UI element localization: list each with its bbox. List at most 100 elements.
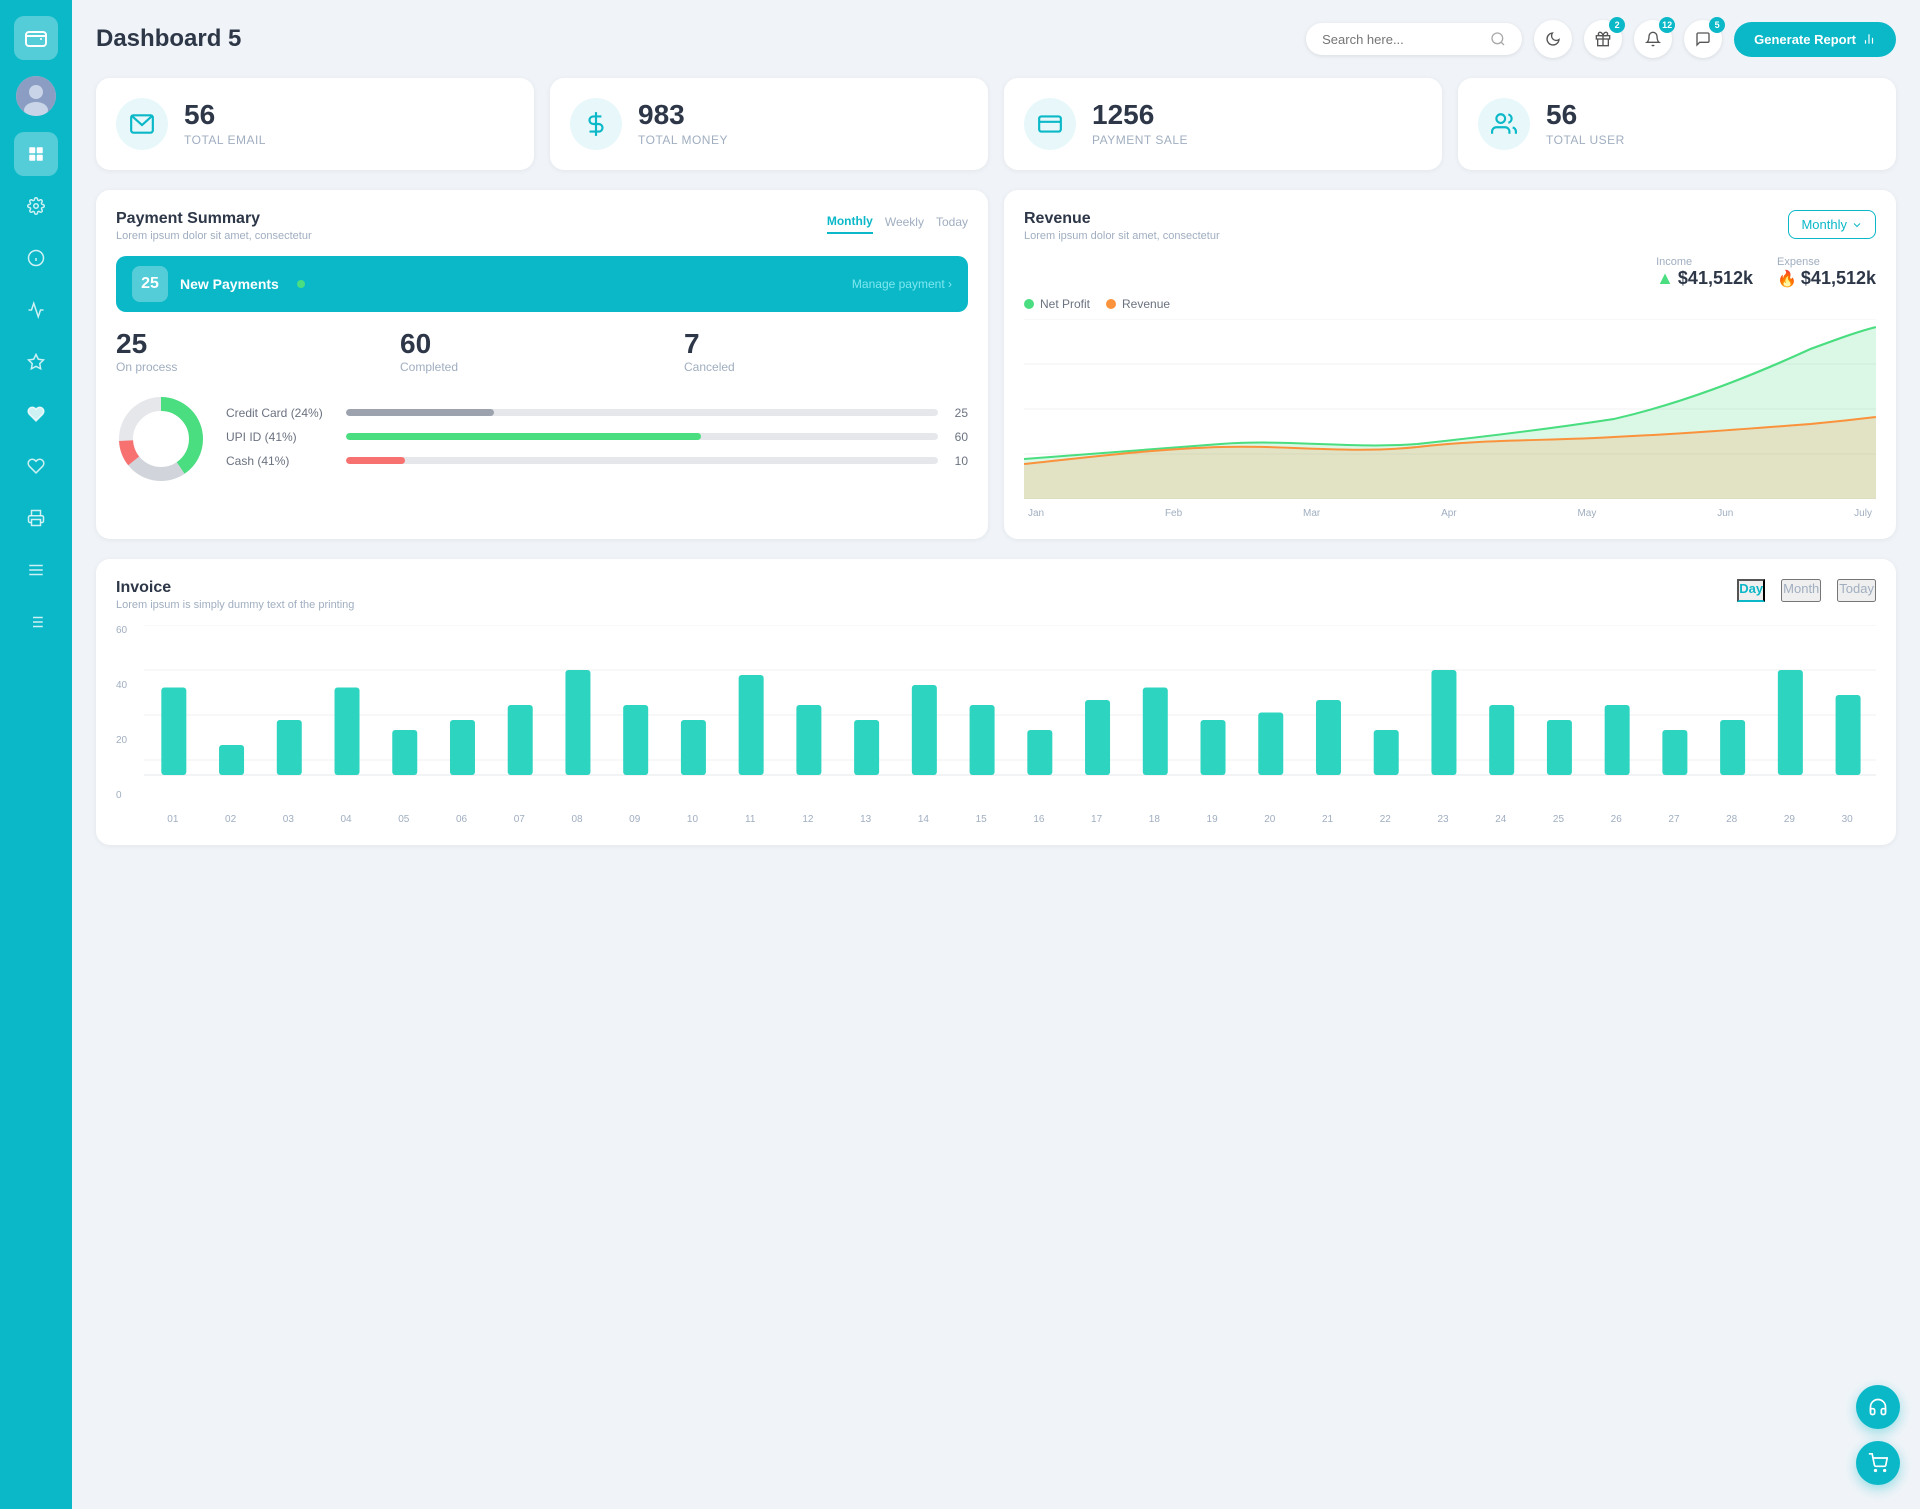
invoice-header: Invoice Lorem ipsum is simply dummy text…: [116, 579, 1876, 611]
bell-icon: [1645, 31, 1661, 47]
chart-icon: [27, 301, 45, 319]
tab-today-payment[interactable]: Today: [936, 210, 968, 234]
progress-list: Credit Card (24%) 25 UPI ID (41%) 60: [226, 406, 968, 478]
revenue-label: Revenue: [1122, 297, 1170, 311]
x-label-bar: 11: [721, 814, 779, 825]
net-profit-label: Net Profit: [1040, 297, 1090, 311]
list-icon: [27, 613, 45, 631]
sidebar-item-heart[interactable]: [14, 392, 58, 436]
theme-toggle-button[interactable]: [1534, 20, 1572, 58]
x-label-bar: 30: [1818, 814, 1876, 825]
dashboard-icon: [27, 145, 45, 163]
cash-label: Cash (41%): [226, 454, 336, 468]
bar-chart-icon: [1862, 32, 1876, 46]
manage-payment-link[interactable]: Manage payment ›: [852, 277, 952, 291]
bar-item: [854, 720, 879, 775]
search-input[interactable]: [1322, 32, 1482, 47]
x-label-bar: 15: [952, 814, 1010, 825]
sidebar-item-star[interactable]: [14, 340, 58, 384]
bar-item: [681, 720, 706, 775]
print-icon: [27, 509, 45, 527]
x-label-bar: 09: [606, 814, 664, 825]
sidebar-item-dashboard[interactable]: [14, 132, 58, 176]
bar-item: [1143, 688, 1168, 776]
invoice-chart-area: 60 40 20 0 01020304050607080910111213141…: [116, 625, 1876, 825]
sidebar-item-info[interactable]: [14, 236, 58, 280]
gift-button[interactable]: 2: [1584, 20, 1622, 58]
revenue-monthly-select[interactable]: Monthly: [1788, 210, 1876, 239]
sidebar-item-heart-outline[interactable]: [14, 444, 58, 488]
payment-stat-icon: [1024, 98, 1076, 150]
avatar[interactable]: [16, 76, 56, 116]
search-box[interactable]: [1306, 23, 1522, 55]
x-label-bar: 28: [1703, 814, 1761, 825]
tab-weekly-payment[interactable]: Weekly: [885, 210, 924, 234]
sidebar-item-list[interactable]: [14, 600, 58, 644]
sidebar-item-chart[interactable]: [14, 288, 58, 332]
x-label-may: May: [1577, 508, 1596, 519]
heart-outline-icon: [27, 457, 45, 475]
bar-item: [508, 705, 533, 775]
headphone-icon: [1868, 1397, 1888, 1417]
x-label-bar: 29: [1761, 814, 1819, 825]
message-button[interactable]: 5: [1684, 20, 1722, 58]
sidebar-item-settings[interactable]: [14, 184, 58, 228]
bar-item: [1258, 713, 1283, 776]
email-stat-label: TOTAL EMAIL: [184, 133, 266, 147]
content-row: Payment Summary Lorem ipsum dolor sit am…: [96, 190, 1896, 539]
x-label-bar: 22: [1356, 814, 1414, 825]
income-block: Income ▲ $41,512k: [1656, 256, 1753, 289]
bar-item: [1374, 730, 1399, 775]
bar-item: [450, 720, 475, 775]
x-label-bar: 21: [1299, 814, 1357, 825]
on-process-label: On process: [116, 360, 400, 374]
revenue-dot: [1106, 299, 1116, 309]
expense-label: Expense: [1777, 256, 1876, 268]
x-label-apr: Apr: [1441, 508, 1457, 519]
expense-value: 🔥 $41,512k: [1777, 268, 1876, 289]
cash-bar-fill: [346, 457, 405, 464]
completed-number: 60: [400, 328, 684, 360]
invoice-bar-chart: [144, 625, 1876, 805]
sidebar-item-menu[interactable]: [14, 548, 58, 592]
payment-stat-number: 1256: [1092, 101, 1188, 129]
fab-cart-button[interactable]: [1856, 1441, 1900, 1485]
cash-bar-bg: [346, 457, 938, 464]
bar-item: [277, 720, 302, 775]
progress-item-creditcard: Credit Card (24%) 25: [226, 406, 968, 420]
tab-month[interactable]: Month: [1781, 579, 1821, 602]
bar-item: [912, 685, 937, 775]
x-label-bar: 06: [433, 814, 491, 825]
bar-item: [1027, 730, 1052, 775]
sidebar-item-print[interactable]: [14, 496, 58, 540]
progress-item-cash: Cash (41%) 10: [226, 454, 968, 468]
x-label-mar: Mar: [1303, 508, 1320, 519]
payment-summary-subtitle: Lorem ipsum dolor sit amet, consectetur: [116, 230, 312, 242]
revenue-tab-label: Monthly: [1801, 217, 1847, 232]
info-icon: [27, 249, 45, 267]
on-process-item: 25 On process: [116, 328, 400, 374]
tab-day[interactable]: Day: [1737, 579, 1765, 602]
tab-monthly-payment[interactable]: Monthly: [827, 210, 873, 234]
tab-today[interactable]: Today: [1837, 579, 1876, 602]
user-stat-number: 56: [1546, 101, 1625, 129]
bar-item: [219, 745, 244, 775]
x-label-bar: 12: [779, 814, 837, 825]
moon-icon: [1545, 31, 1561, 47]
x-label-bar: 01: [144, 814, 202, 825]
menu-icon: [27, 561, 45, 579]
x-label-bar: 18: [1125, 814, 1183, 825]
page-title: Dashboard 5: [96, 25, 241, 53]
sidebar-logo[interactable]: [14, 16, 58, 60]
stats-row: 56 TOTAL EMAIL 983 TOTAL MONEY: [96, 78, 1896, 170]
notification-button[interactable]: 12: [1634, 20, 1672, 58]
fab-support-button[interactable]: [1856, 1385, 1900, 1429]
stat-card-money: 983 TOTAL MONEY: [550, 78, 988, 170]
money-stat-icon: [570, 98, 622, 150]
canceled-item: 7 Canceled: [684, 328, 968, 374]
money-stat-number: 983: [638, 101, 728, 129]
active-dot: [297, 280, 305, 288]
generate-report-button[interactable]: Generate Report: [1734, 22, 1896, 57]
creditcard-bar-fill: [346, 409, 494, 416]
x-label-bar: 04: [317, 814, 375, 825]
